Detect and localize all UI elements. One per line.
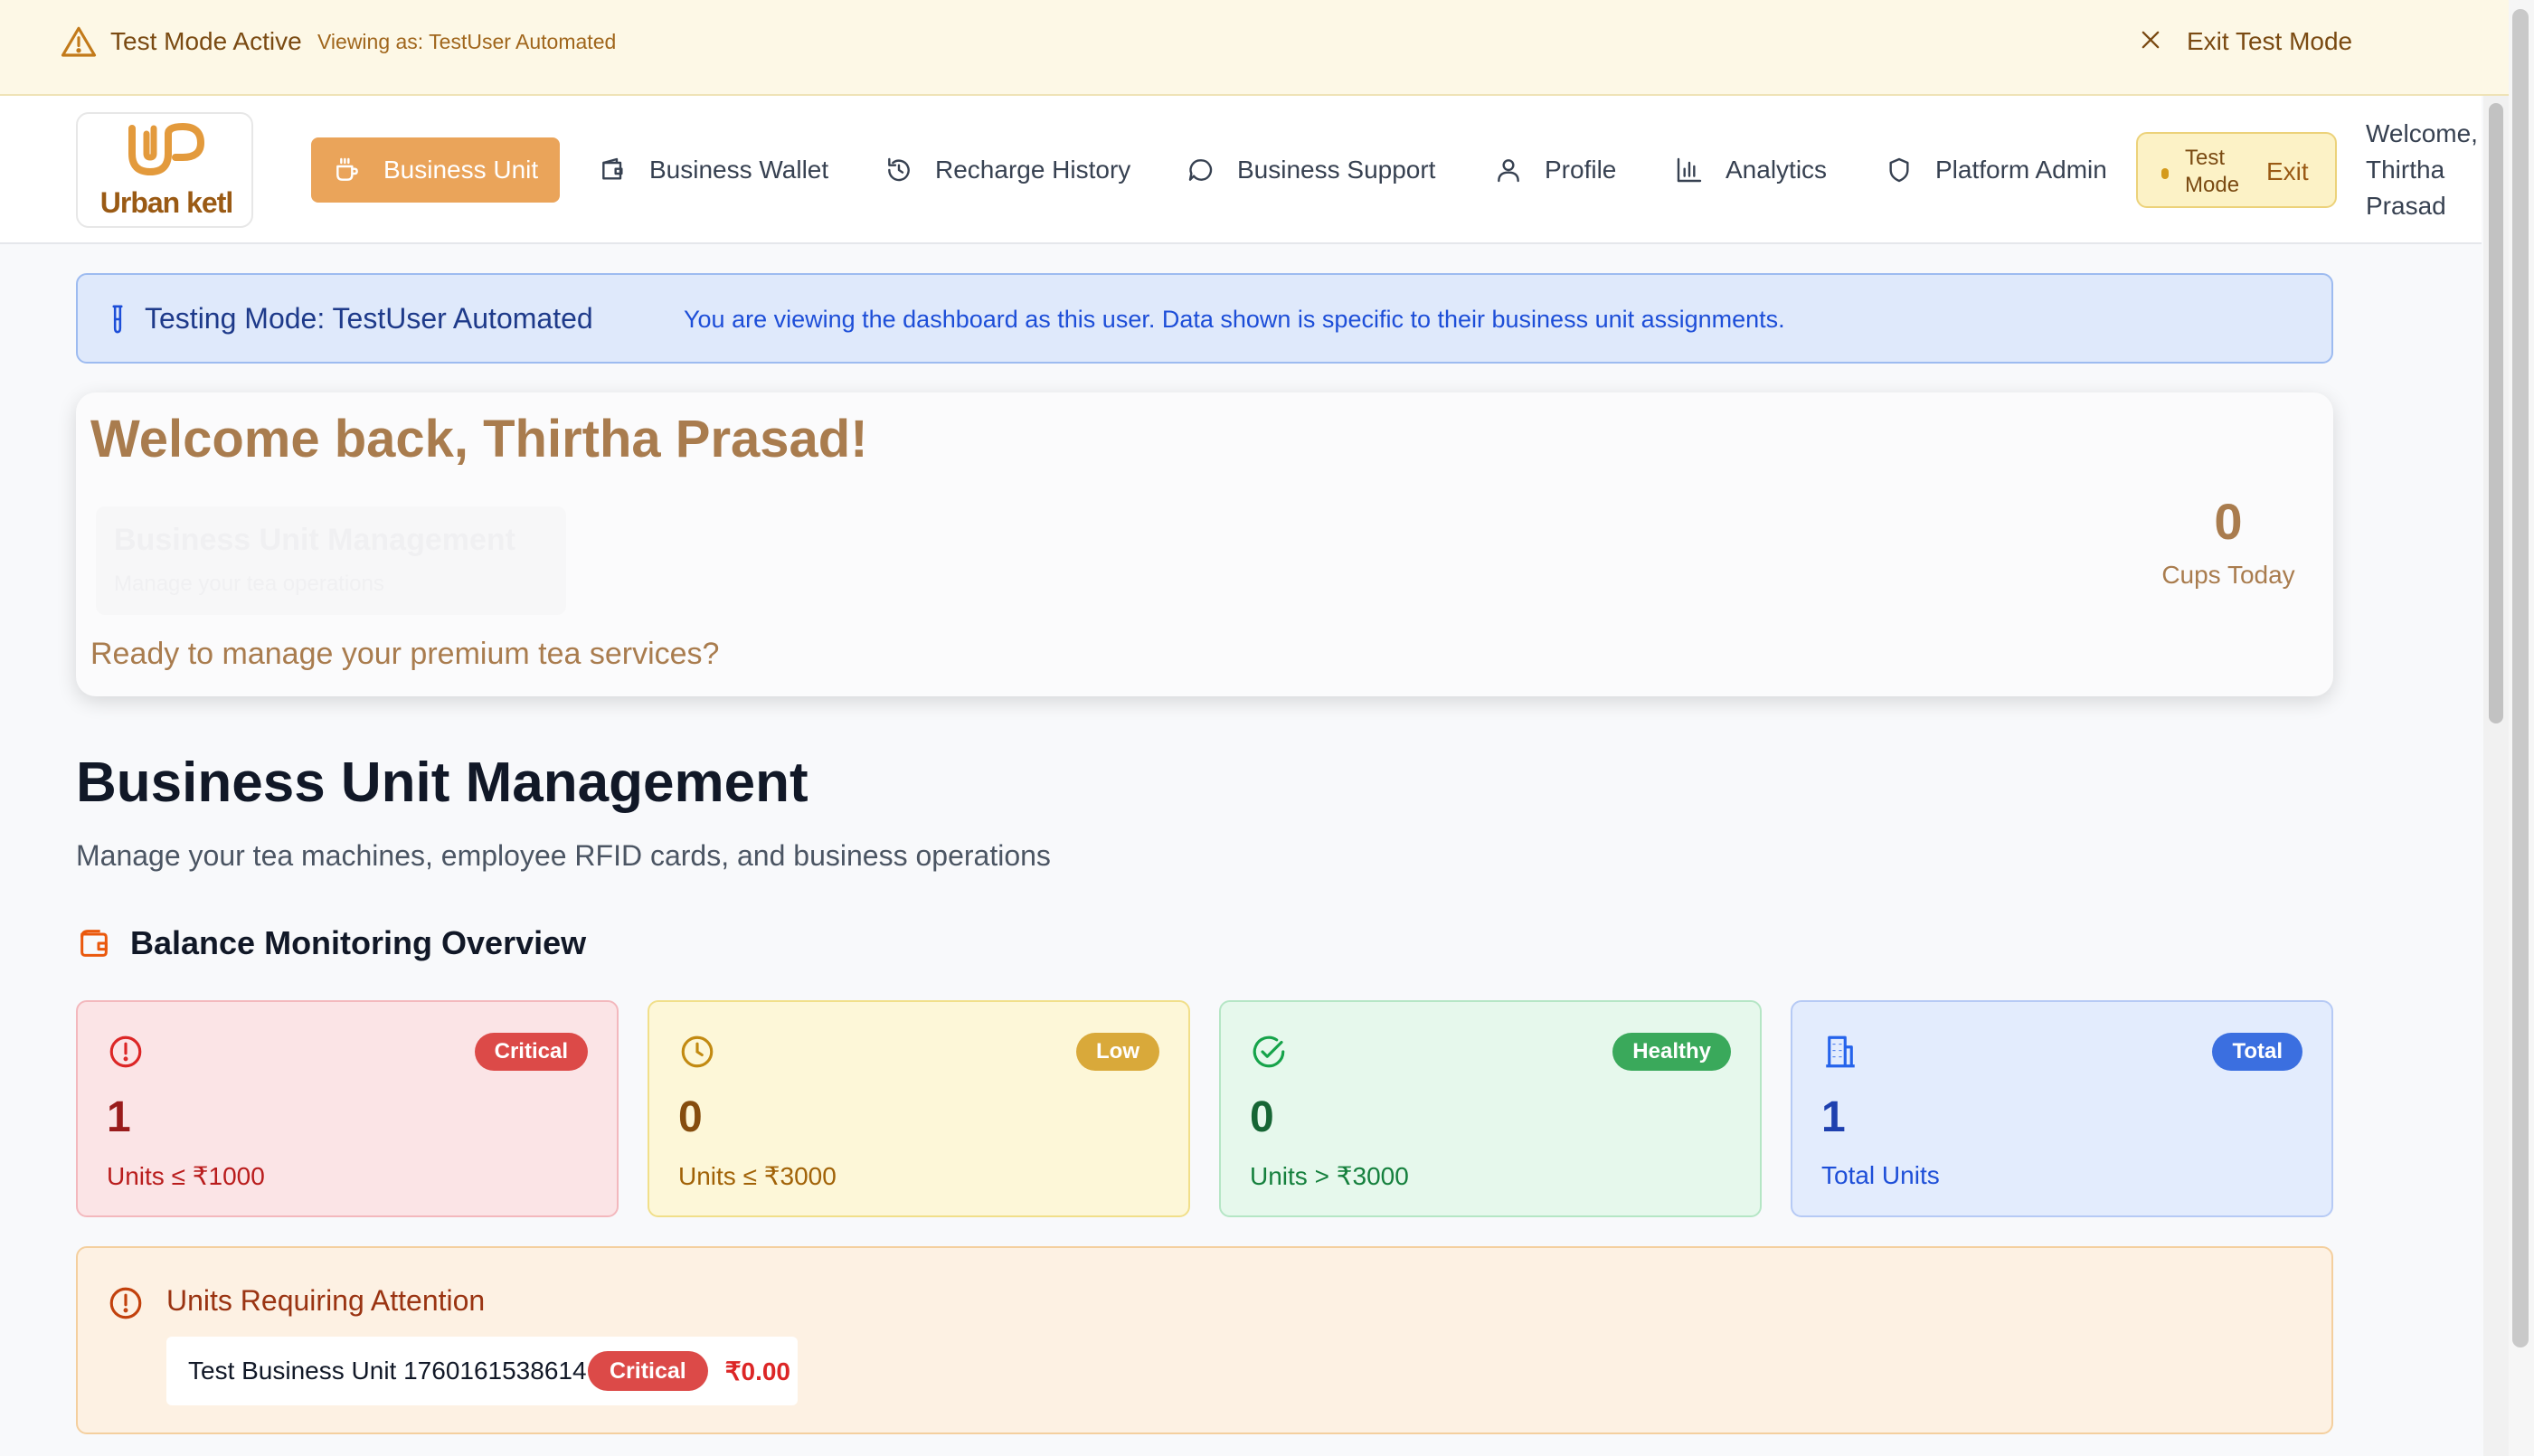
logo-text: Urban ketl <box>99 186 233 219</box>
nav-label: Profile <box>1545 156 1617 184</box>
coffee-cup-icon <box>336 157 358 181</box>
exit-test-mode-button[interactable]: Exit Test Mode <box>2187 27 2352 56</box>
page-title: Business Unit Management <box>76 752 808 814</box>
attention-title: Units Requiring Attention <box>166 1284 486 1317</box>
section-title-text: Balance Monitoring Overview <box>130 924 587 961</box>
critical-count: 1 <box>107 1093 131 1141</box>
close-icon[interactable] <box>2138 27 2163 52</box>
wallet-icon <box>602 157 623 180</box>
unit-name: Test Business Unit 1760161538614 <box>188 1357 587 1385</box>
healthy-count: 0 <box>1250 1093 1274 1141</box>
ghost-overlay: Business Unit Management Manage your tea… <box>96 506 566 615</box>
test-mode-pill[interactable]: Test Mode Exit <box>2136 132 2337 208</box>
critical-units-card[interactable]: Critical 1 Units ≤ ₹1000 <box>76 1000 619 1217</box>
unit-balance: ₹0.00 <box>724 1357 790 1385</box>
test-mode-label: Test Mode <box>2185 146 2240 197</box>
attention-unit-row[interactable]: Test Business Unit 1760161538614 Critica… <box>166 1337 798 1405</box>
healthy-badge: Healthy <box>1612 1033 1731 1071</box>
ghost-title: Business Unit Management <box>114 523 515 557</box>
nav-analytics[interactable]: Analytics <box>1675 137 1827 203</box>
ghost-subtitle: Manage your tea operations <box>114 572 384 596</box>
inner-scrollbar-thumb[interactable] <box>2489 103 2503 723</box>
healthy-label: Units > ₹3000 <box>1250 1162 1409 1190</box>
low-badge: Low <box>1076 1033 1159 1071</box>
check-circle-icon <box>1253 1035 1285 1068</box>
low-units-card[interactable]: Low 0 Units ≤ ₹3000 <box>648 1000 1190 1217</box>
test-mode-banner: Test Mode Active Viewing as: TestUser Au… <box>0 0 2509 96</box>
total-units-card[interactable]: Total 1 Total Units <box>1791 1000 2333 1217</box>
welcome-card: Welcome back, Thirtha Prasad! Business U… <box>76 392 2333 696</box>
history-icon <box>888 157 910 182</box>
testing-mode-title: Testing Mode: TestUser Automated <box>145 302 593 335</box>
nav-label: Recharge History <box>935 156 1131 184</box>
top-navbar: Urban ketl Business Unit Business Wallet… <box>0 96 2482 244</box>
low-count: 0 <box>678 1093 703 1141</box>
critical-badge: Critical <box>474 1033 588 1071</box>
critical-label: Units ≤ ₹1000 <box>107 1162 265 1190</box>
logo-mark-icon <box>128 122 205 176</box>
test-mode-title: Test Mode Active <box>110 27 302 55</box>
nav-label: Platform Admin <box>1935 156 2107 184</box>
total-badge: Total <box>2212 1033 2302 1071</box>
status-dot <box>2161 168 2169 179</box>
nav-profile[interactable]: Profile <box>1494 137 1616 203</box>
total-count: 1 <box>1821 1093 1846 1141</box>
page-scrollbar-thumb[interactable] <box>2512 9 2529 1347</box>
healthy-units-card[interactable]: Healthy 0 Units > ₹3000 <box>1219 1000 1762 1217</box>
total-label: Total Units <box>1821 1161 1940 1189</box>
welcome-title: Welcome back, Thirtha Prasad! <box>90 410 868 468</box>
nav-business-wallet[interactable]: Business Wallet <box>599 137 828 203</box>
chat-bubble-icon <box>1188 159 1213 181</box>
nav-label: Business Wallet <box>649 156 829 184</box>
alert-circle-icon <box>109 1287 142 1319</box>
nav-business-unit[interactable]: Business Unit <box>311 137 561 203</box>
bar-chart-icon <box>1677 157 1702 183</box>
viewing-as-label: Viewing as: TestUser Automated <box>317 30 617 53</box>
nav-platform-admin[interactable]: Platform Admin <box>1885 137 2107 203</box>
user-icon <box>1498 159 1519 183</box>
nav-recharge-history[interactable]: Recharge History <box>884 137 1130 203</box>
building-icon <box>1826 1035 1855 1068</box>
welcome-subtitle: Ready to manage your premium tea service… <box>90 637 720 671</box>
nav-label: Analytics <box>1726 156 1828 184</box>
shield-icon <box>1889 157 1909 183</box>
nav-label: Business Unit <box>383 156 539 184</box>
unit-status-badge: Critical <box>588 1351 708 1391</box>
test-tube-icon <box>112 305 123 334</box>
low-label: Units ≤ ₹3000 <box>678 1162 837 1190</box>
clock-icon <box>681 1035 714 1068</box>
wallet-icon <box>80 930 108 957</box>
testing-mode-alert: Testing Mode: TestUser Automated You are… <box>76 273 2333 364</box>
warning-icon <box>61 26 97 57</box>
urbanketl-logo[interactable]: Urban ketl <box>76 112 253 228</box>
nav-label: Business Support <box>1237 156 1436 184</box>
page-subtitle: Manage your tea machines, employee RFID … <box>76 839 1051 872</box>
testing-mode-description: You are viewing the dashboard as this us… <box>684 306 1785 333</box>
welcome-user-label: Welcome, Thirtha Prasad <box>2366 119 2478 220</box>
units-requiring-attention-panel: Units Requiring Attention Test Business … <box>76 1246 2333 1434</box>
exit-test-button[interactable]: Exit <box>2266 157 2309 186</box>
cups-today-value: 0 <box>2214 493 2243 550</box>
nav-business-support[interactable]: Business Support <box>1187 137 1435 203</box>
alert-circle-icon <box>109 1035 142 1068</box>
balance-section-title: Balance Monitoring Overview <box>76 924 586 962</box>
cups-today-label: Cups Today <box>2161 561 2295 589</box>
